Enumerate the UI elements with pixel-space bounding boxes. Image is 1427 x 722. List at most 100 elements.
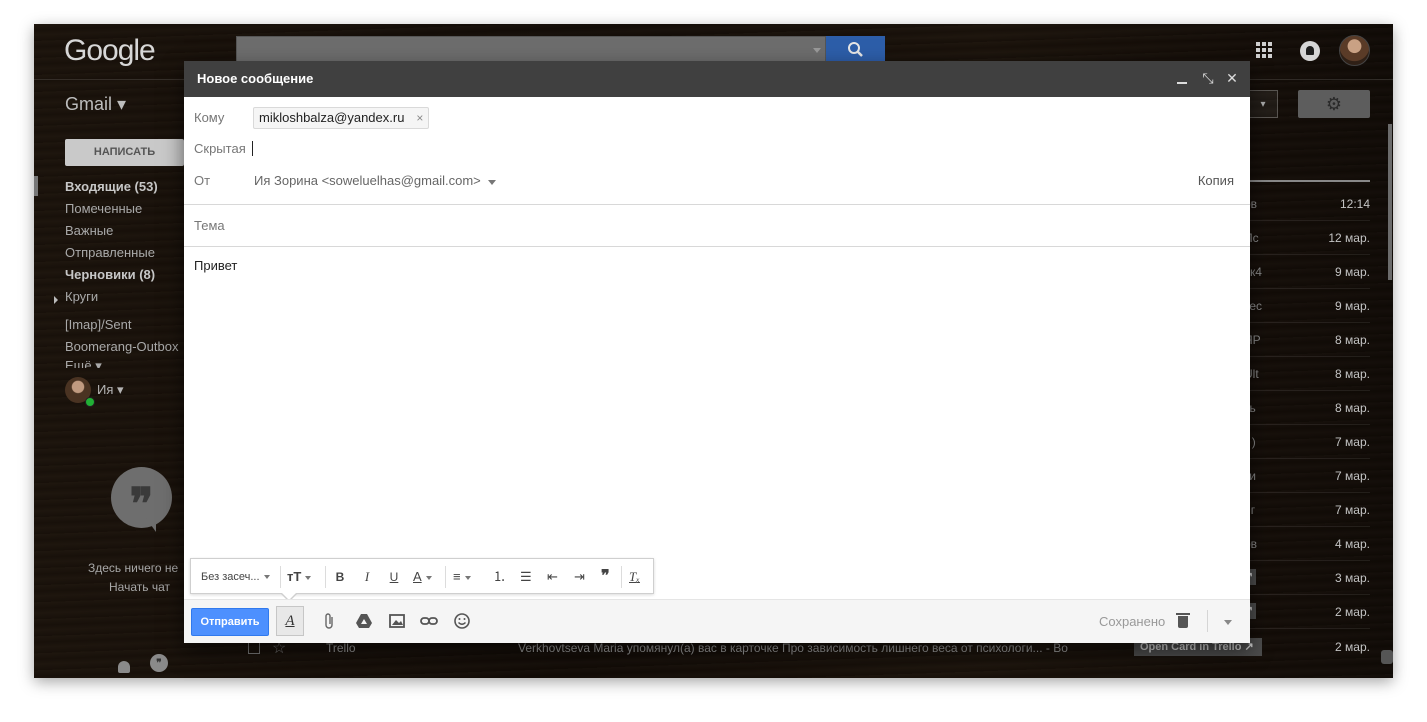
to-label: Кому (194, 110, 225, 125)
from-select[interactable]: Ия Зорина <soweluelhas@gmail.com> (254, 173, 481, 188)
row-date: 7 мар. (1335, 503, 1370, 517)
table-row[interactable]: ЯР 8 мар. (1234, 323, 1370, 357)
formatting-options-icon[interactable]: A (276, 606, 304, 636)
insert-photo-icon[interactable] (387, 611, 407, 631)
remove-recipient-icon[interactable]: × (416, 108, 423, 128)
scrollbar[interactable] (1388, 124, 1392, 280)
table-row[interactable]: ↗2 мар. (1234, 595, 1370, 629)
notifications-icon[interactable] (1300, 41, 1320, 61)
hangouts-bubble-tail (146, 518, 156, 532)
bcc-label: Скрытая (194, 141, 246, 156)
nav-active-indicator (34, 176, 38, 196)
contacts-icon[interactable] (118, 661, 130, 673)
message-body[interactable]: Привет (194, 258, 237, 273)
text-color-button[interactable]: A (413, 568, 432, 586)
more-actions-button[interactable]: ▾ (1248, 90, 1278, 118)
nav-item-circles[interactable]: Круги (65, 289, 98, 304)
insert-link-icon[interactable] (419, 611, 439, 631)
font-family-select[interactable]: Без засеч... (201, 568, 270, 586)
hangouts-quote-icon: ❞ (111, 467, 172, 529)
table-row[interactable]: Ult 8 мар. (1234, 357, 1370, 391)
send-button[interactable]: Отправить (191, 608, 269, 636)
settings-button[interactable]: ⚙ (1298, 90, 1370, 118)
chat-bubble-icon[interactable] (1381, 650, 1393, 664)
nav-item-boomerang[interactable]: Boomerang-Outbox (65, 339, 178, 354)
search-input[interactable] (236, 36, 826, 64)
underline-button[interactable]: U (387, 568, 401, 586)
table-row[interactable]: ки7 мар. (1234, 459, 1370, 493)
table-row[interactable]: г )7 мар. (1234, 425, 1370, 459)
nav-item-more[interactable]: Ещё ▾ (65, 358, 102, 368)
indent-more-icon[interactable]: ⇥ (574, 568, 585, 586)
row-date: 7 мар. (1335, 435, 1370, 449)
minimize-icon[interactable] (1174, 69, 1192, 87)
close-icon[interactable]: ✕ (1223, 69, 1241, 87)
italic-button[interactable]: I (360, 568, 374, 586)
indent-less-icon[interactable]: ⇤ (547, 568, 558, 586)
hangouts-icon[interactable]: ❞ (150, 654, 168, 672)
quote-icon[interactable]: ❞ (601, 568, 610, 586)
row-date: 4 мар. (1335, 537, 1370, 551)
table-row[interactable]: ть8 мар. (1234, 391, 1370, 425)
search-icon (848, 42, 863, 57)
user-name[interactable]: Ия ▾ (97, 382, 124, 398)
more-options-icon[interactable] (1224, 620, 1232, 625)
cc-link[interactable]: Копия (1198, 173, 1234, 188)
nav-item-sent[interactable]: Отправленные (65, 245, 155, 260)
bulleted-list-icon[interactable]: ☰ (520, 568, 532, 586)
search-options-icon[interactable] (813, 48, 821, 53)
google-drive-icon[interactable] (354, 611, 374, 631)
recipient-address: mikloshbalza@yandex.ru (259, 110, 405, 125)
table-row[interactable]: ов 4 мар. (1234, 527, 1370, 561)
font-size-select[interactable]: тТ (287, 568, 312, 586)
gmail-switcher[interactable]: Gmail ▾ (65, 94, 126, 115)
numbered-list-icon[interactable]: ⒈ (493, 568, 506, 586)
row-date: 12:14 (1339, 197, 1370, 211)
row-date: 7 мар. (1335, 469, 1370, 483)
google-logo[interactable]: Google (64, 34, 156, 68)
row-date: 2 мар. (1335, 640, 1370, 654)
exit-fullscreen-icon[interactable]: ⤡ (1199, 69, 1217, 87)
account-avatar[interactable] (1339, 35, 1370, 66)
compose-header[interactable]: Новое сообщение ⤡ ✕ (184, 61, 1250, 97)
table-row[interactable]: иг7 мар. (1234, 493, 1370, 527)
row-date: 8 мар. (1335, 333, 1370, 347)
online-status-icon (85, 397, 95, 407)
row-checkbox[interactable] (248, 642, 260, 654)
hangouts-empty-text: Здесь ничего не (88, 561, 179, 575)
row-date: 8 мар. (1335, 367, 1370, 381)
divider (184, 246, 1250, 247)
apps-grid-icon[interactable] (1256, 42, 1272, 58)
trash-icon[interactable] (1176, 613, 1190, 628)
bold-button[interactable]: B (333, 568, 347, 586)
expand-arrow-icon[interactable] (54, 296, 58, 304)
recipient-chip[interactable]: mikloshbalza@yandex.ru × (253, 107, 430, 129)
nav-item-important[interactable]: Важные (65, 223, 113, 238)
nav-item-imap-sent[interactable]: [Imap]/Sent (65, 317, 131, 332)
subject-field[interactable]: Тема (194, 218, 225, 233)
compose-button[interactable]: НАПИСАТЬ (65, 139, 184, 166)
table-row[interactable]: ск4 9 мар. (1234, 255, 1370, 289)
row-sender: Trello (326, 641, 356, 655)
row-date: 8 мар. (1335, 401, 1370, 415)
attach-file-icon[interactable] (320, 611, 340, 631)
divider (1207, 610, 1208, 632)
table-row[interactable]: тес 9 мар. (1234, 289, 1370, 323)
nav-item-drafts[interactable]: Черновики (8) (65, 267, 155, 282)
remove-formatting-icon[interactable]: Tₓ (629, 568, 640, 586)
compose-window: Новое сообщение ⤡ ✕ Кому mikloshbalza@ya… (184, 61, 1250, 643)
table-row[interactable]: ов 12:14 (1234, 187, 1370, 221)
search-button[interactable] (826, 36, 885, 64)
align-icon[interactable]: ≡ (453, 568, 471, 586)
start-chat-link[interactable]: Начать чат (109, 580, 170, 594)
chevron-down-icon[interactable] (488, 180, 496, 185)
table-row[interactable]: Пс 12 мар. (1234, 221, 1370, 255)
compose-title: Новое сообщение (197, 71, 314, 86)
row-date: 9 мар. (1335, 299, 1370, 313)
from-label: От (194, 173, 211, 188)
table-row[interactable]: ↗3 мар. (1234, 561, 1370, 595)
insert-emoji-icon[interactable] (452, 611, 472, 631)
row-date: 9 мар. (1335, 265, 1370, 279)
nav-item-inbox[interactable]: Входящие (53) (65, 179, 158, 194)
nav-item-starred[interactable]: Помеченные (65, 201, 142, 216)
